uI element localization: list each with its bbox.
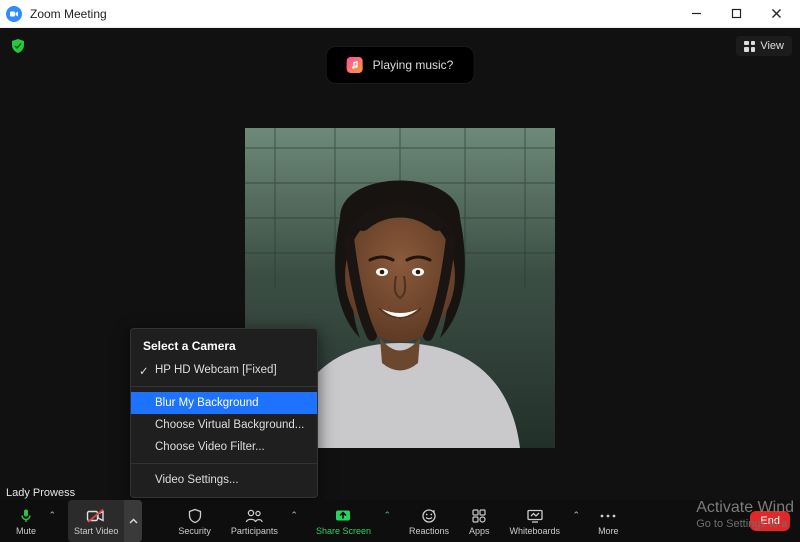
grid-icon (744, 41, 755, 52)
checkmark-icon: ✓ (139, 364, 149, 378)
share-caret-icon[interactable]: ⌃ (383, 510, 391, 521)
microphone-icon (18, 507, 34, 525)
security-button[interactable]: Security (168, 500, 221, 542)
minimize-button[interactable] (676, 0, 716, 28)
pill-text: Playing music? (373, 58, 454, 72)
close-button[interactable] (756, 0, 796, 28)
reactions-button[interactable]: Reactions (399, 500, 459, 542)
whiteboards-button[interactable]: Whiteboards ⌃ (500, 500, 571, 542)
mute-button[interactable]: Mute ⌃ (6, 500, 46, 542)
meeting-toolbar: Mute ⌃ Start Video (0, 500, 800, 542)
shield-icon (187, 507, 203, 525)
menu-separator (131, 386, 317, 387)
menu-video-filter[interactable]: Choose Video Filter... (131, 436, 317, 458)
share-screen-button[interactable]: Share Screen ⌃ (306, 500, 381, 542)
maximize-button[interactable] (716, 0, 756, 28)
participant-name-label: Lady Prowess (4, 486, 77, 500)
menu-video-settings[interactable]: Video Settings... (131, 469, 317, 491)
menu-header: Select a Camera (131, 335, 317, 359)
reactions-icon (421, 507, 437, 525)
more-button[interactable]: More (588, 500, 629, 542)
video-options-menu: Select a Camera ✓ HP HD Webcam [Fixed] B… (130, 328, 318, 498)
more-icon (599, 507, 617, 525)
zoom-app-icon (6, 6, 22, 22)
whiteboard-icon (526, 507, 544, 525)
view-label: View (760, 40, 784, 52)
apps-button[interactable]: Apps (459, 500, 500, 542)
participants-caret-icon[interactable]: ⌃ (290, 510, 298, 521)
menu-separator (131, 463, 317, 464)
participants-icon (244, 507, 264, 525)
apps-icon (471, 507, 487, 525)
end-meeting-button[interactable]: End (750, 511, 790, 531)
menu-camera-option[interactable]: ✓ HP HD Webcam [Fixed] (131, 359, 317, 381)
menu-blur-background[interactable]: Blur My Background (131, 392, 317, 414)
encryption-shield-icon[interactable] (10, 38, 26, 54)
zoom-window: Zoom Meeting View Playing music? (0, 0, 800, 542)
music-icon (347, 57, 363, 73)
meeting-area: View Playing music? (0, 28, 800, 542)
titlebar: Zoom Meeting (0, 0, 800, 28)
view-button[interactable]: View (736, 36, 792, 56)
playing-music-pill[interactable]: Playing music? (326, 46, 475, 84)
menu-virtual-background[interactable]: Choose Virtual Background... (131, 414, 317, 436)
mute-caret-icon[interactable]: ⌃ (48, 510, 56, 521)
start-video-group: Start Video (68, 500, 142, 542)
share-screen-icon (334, 507, 352, 525)
whiteboards-caret-icon[interactable]: ⌃ (573, 510, 581, 521)
window-title: Zoom Meeting (30, 7, 107, 21)
start-video-button[interactable]: Start Video (68, 500, 124, 542)
participants-button[interactable]: Participants ⌃ (221, 500, 288, 542)
camera-off-icon (86, 507, 106, 525)
start-video-caret[interactable] (124, 500, 142, 542)
